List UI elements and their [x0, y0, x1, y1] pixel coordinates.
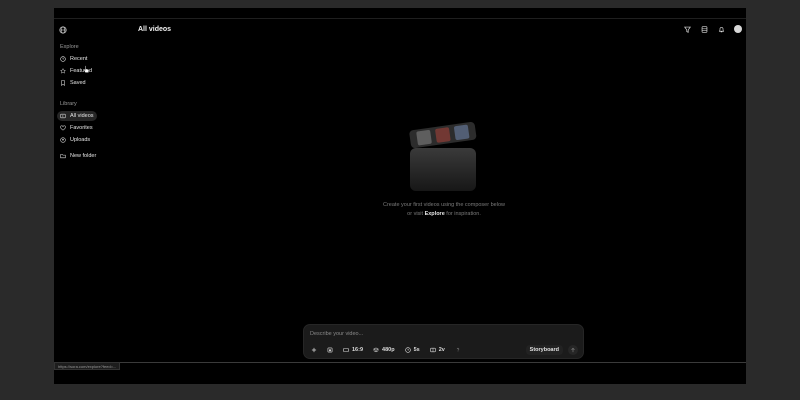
add-media-button[interactable] — [308, 345, 320, 355]
video-library-icon — [60, 113, 66, 119]
empty-state-message: Create your first videos using the compo… — [344, 201, 544, 219]
app-window: Explore Recent Featured Saved Library Al… — [54, 8, 746, 384]
aspect-ratio-value: 16:9 — [352, 347, 364, 353]
sidebar-item-saved[interactable]: Saved — [57, 78, 97, 88]
sidebar-item-label: Saved — [70, 80, 86, 86]
composer-tools: 16:9 480p 5s 2v — [308, 345, 464, 355]
variations-button[interactable]: 2v — [427, 345, 448, 355]
explore-link[interactable]: Explore — [425, 211, 445, 217]
sidebar-item-label: Favorites — [70, 125, 93, 131]
folder-plus-icon — [60, 154, 66, 159]
sidebar-item-featured[interactable]: Featured — [57, 66, 97, 76]
clapperboard-illustration — [409, 122, 477, 191]
prompt-input[interactable] — [310, 329, 510, 339]
sidebar-item-all-videos[interactable]: All videos — [57, 111, 97, 121]
sidebar-section-library: Library — [60, 101, 77, 107]
sidebar-item-uploads[interactable]: Uploads — [57, 135, 97, 145]
top-divider — [54, 18, 746, 19]
question-icon — [456, 347, 459, 352]
send-button[interactable] — [568, 345, 578, 355]
library-button[interactable] — [700, 25, 708, 33]
empty-state-line-2: or visit Explore for inspiration. — [344, 210, 544, 219]
plus-icon — [311, 347, 317, 353]
stack-icon — [701, 25, 707, 33]
clock-icon — [404, 347, 411, 353]
variations-icon — [429, 347, 436, 353]
sidebar-item-label: All videos — [70, 113, 94, 119]
filter-button[interactable] — [683, 25, 691, 33]
bookmark-icon — [61, 80, 65, 86]
sidebar-item-label: Uploads — [70, 137, 91, 143]
composer: 16:9 480p 5s 2v Storyboard — [303, 324, 584, 359]
duration-value: 5s — [413, 347, 420, 353]
preset-icon — [327, 347, 333, 353]
help-button[interactable] — [452, 345, 464, 355]
mouse-pointer-icon — [83, 65, 90, 73]
star-icon — [60, 68, 66, 74]
aspect-ratio-button[interactable]: 16:9 — [340, 345, 366, 355]
empty-state-line-1: Create your first videos using the compo… — [383, 202, 505, 208]
page-title: All videos — [138, 26, 172, 33]
bottom-divider — [54, 362, 746, 363]
top-toolbar — [683, 25, 742, 33]
arrow-up-icon — [571, 347, 575, 353]
sidebar-item-recent[interactable]: Recent — [57, 54, 97, 64]
notifications-button[interactable] — [717, 25, 725, 33]
filter-icon — [683, 26, 691, 33]
presets-button[interactable] — [324, 345, 336, 355]
avatar[interactable] — [734, 25, 742, 33]
resolution-button[interactable]: 480p — [370, 345, 398, 355]
sidebar-section-explore: Explore — [60, 44, 79, 50]
clock-icon — [60, 56, 66, 62]
heart-icon — [60, 125, 66, 131]
storyboard-button[interactable]: Storyboard — [525, 345, 563, 355]
upload-icon — [60, 137, 66, 143]
new-folder-button[interactable]: New folder — [57, 151, 97, 161]
empty-state-suffix: for inspiration. — [446, 211, 481, 217]
duration-button[interactable]: 5s — [402, 345, 423, 355]
bell-icon — [718, 26, 724, 32]
resolution-value: 480p — [382, 347, 395, 353]
globe-logo-icon[interactable] — [59, 26, 67, 34]
new-folder-label: New folder — [70, 153, 97, 159]
status-bar-url: https://sora.com/explore?feed=... — [54, 362, 121, 370]
variations-value: 2v — [438, 347, 445, 353]
sidebar-item-label: Recent — [70, 56, 88, 62]
resolution-icon — [373, 347, 380, 353]
aspect-ratio-icon — [343, 348, 349, 352]
sidebar-item-favorites[interactable]: Favorites — [57, 123, 97, 133]
empty-state-prefix: or visit — [407, 211, 424, 217]
